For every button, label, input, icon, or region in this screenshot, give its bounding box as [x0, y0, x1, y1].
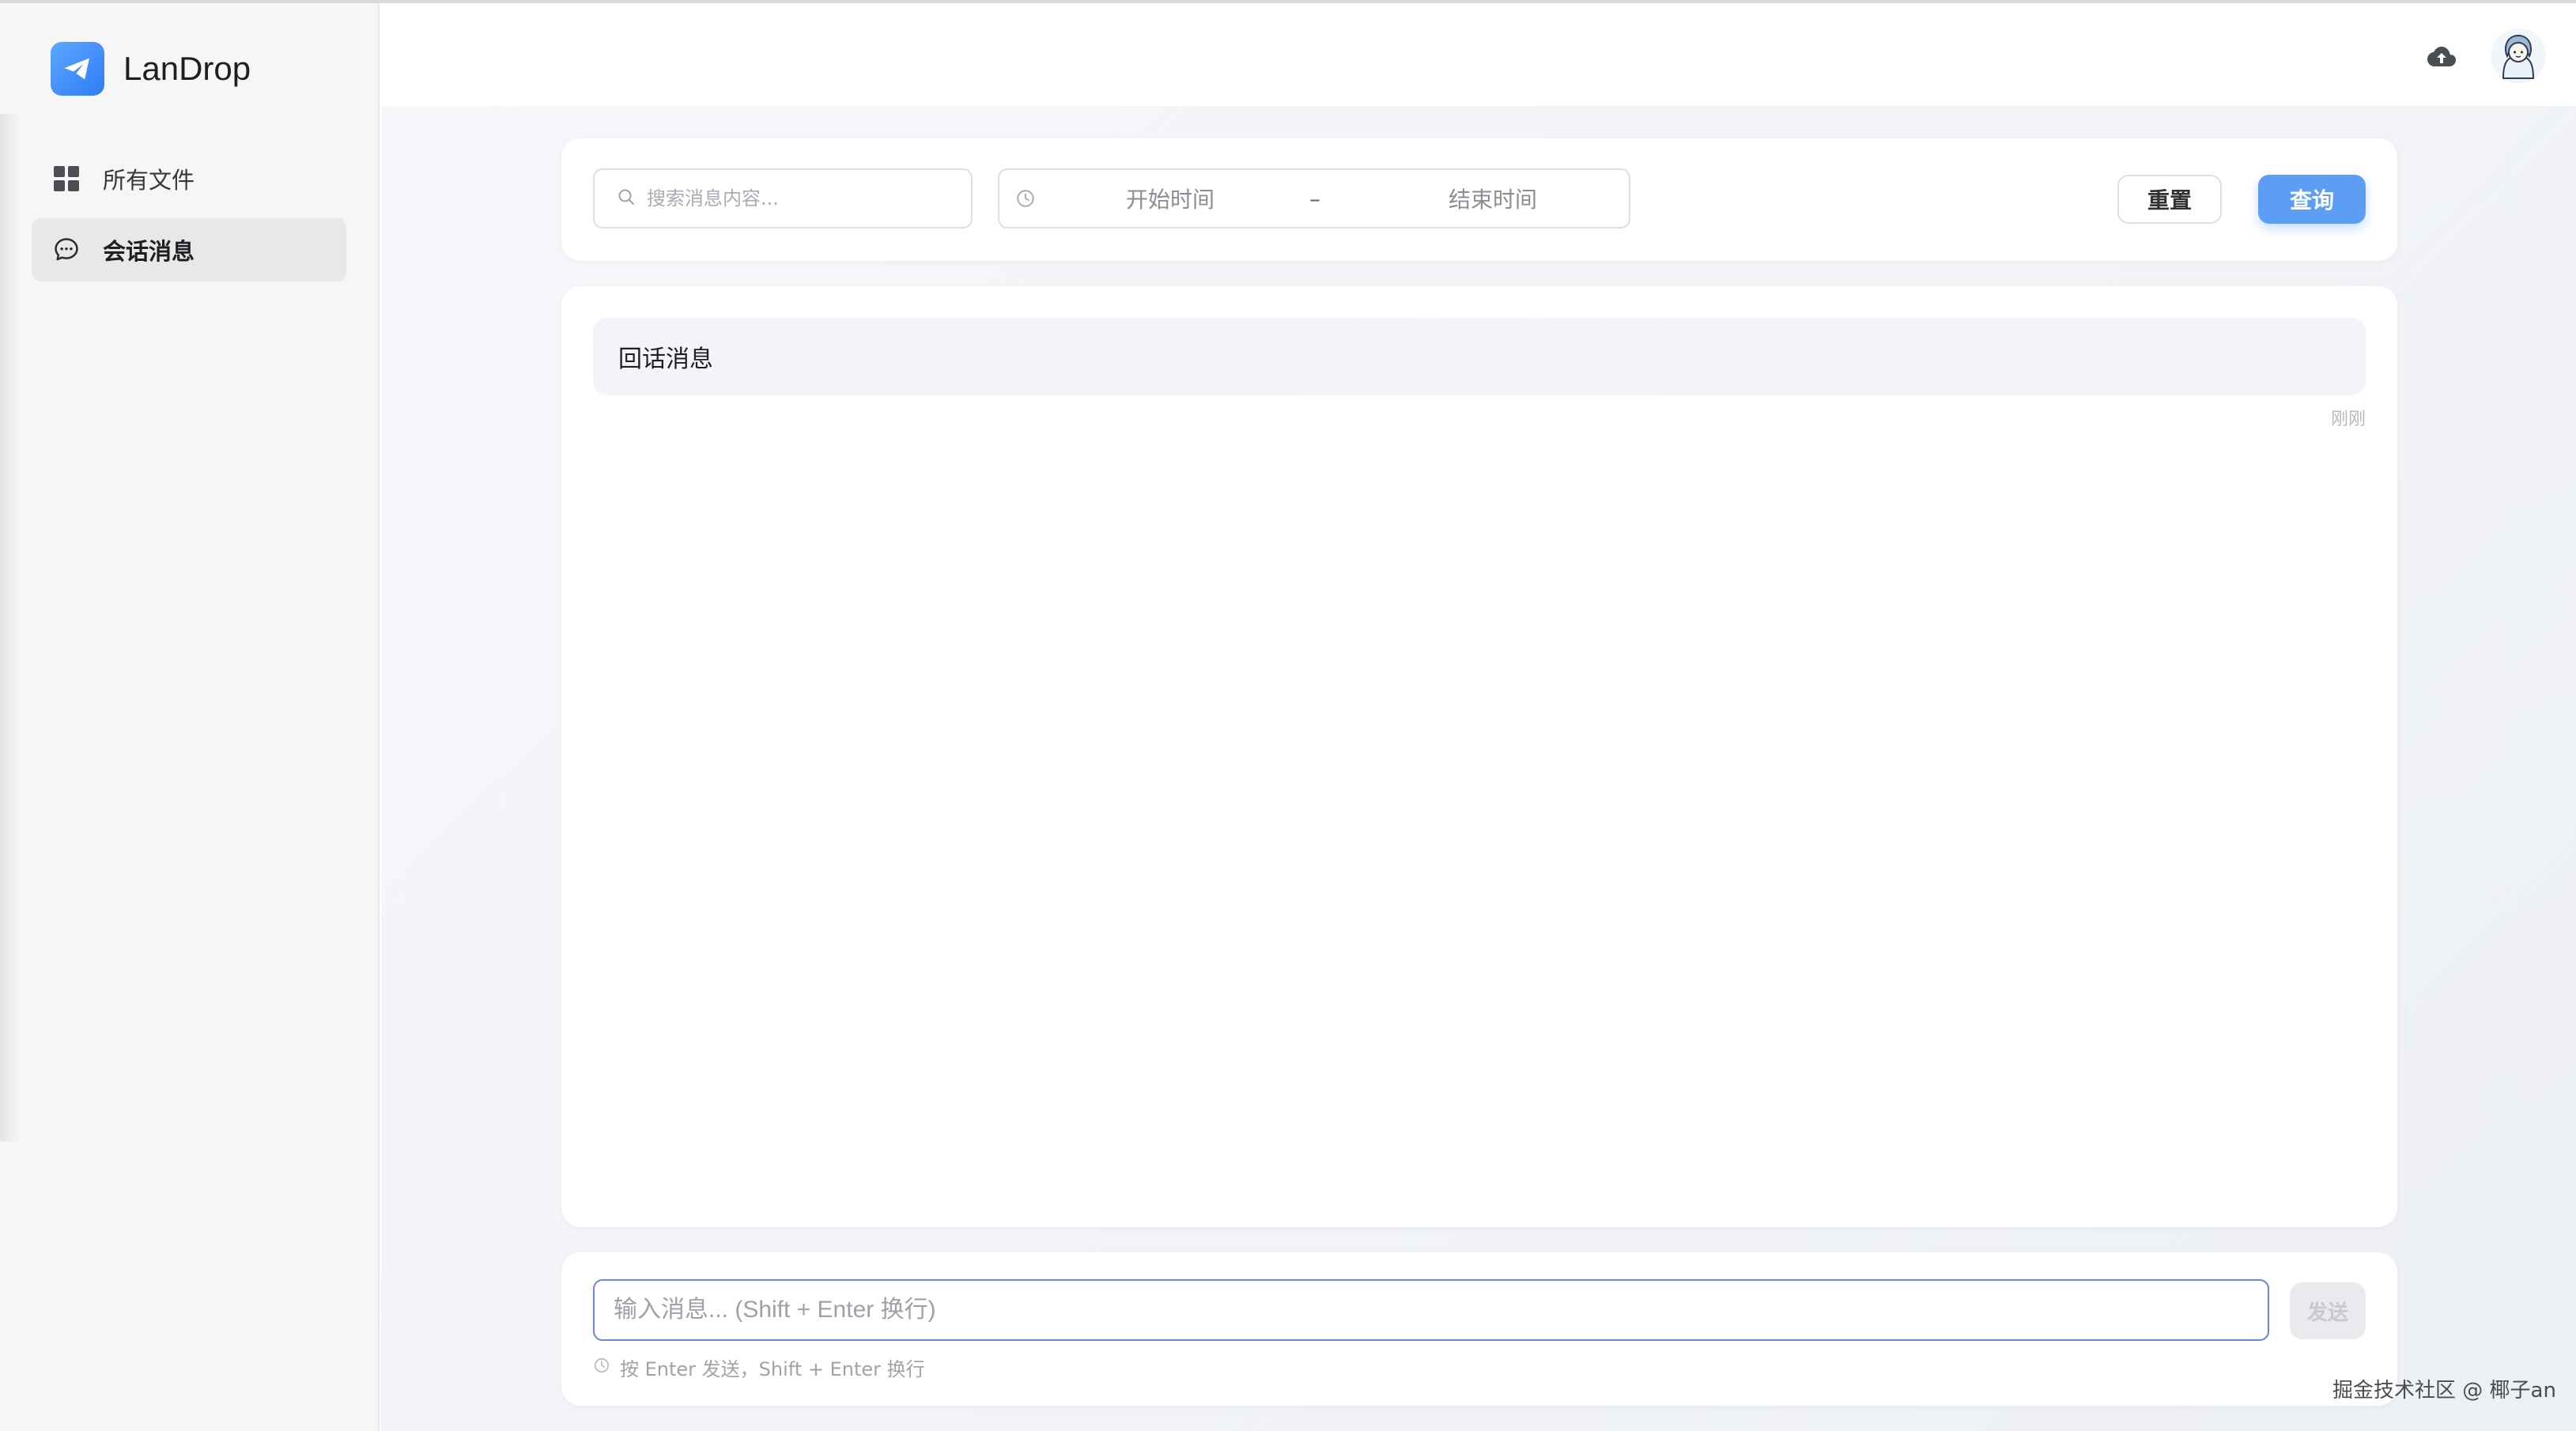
watermark: 掘金技术社区 @ 椰子an [2332, 1379, 2556, 1403]
main-area: 开始时间 – 结束时间 重置 查询 回话消息 刚刚 发送 按 Enter 发送，… [381, 3, 2576, 1431]
start-date-input[interactable]: 开始时间 [1107, 183, 1233, 214]
paper-plane-logo-icon [51, 42, 104, 96]
date-range-picker[interactable]: 开始时间 – 结束时间 [998, 168, 1630, 228]
sidebar-item-label: 会话消息 [103, 238, 195, 265]
sidebar-item-all-files[interactable]: 所有文件 [32, 147, 346, 210]
search-icon [617, 187, 636, 210]
user-avatar-icon[interactable] [2491, 28, 2546, 84]
brand[interactable]: LanDrop [51, 41, 251, 96]
sidebar-item-label: 所有文件 [103, 167, 195, 194]
cloud-upload-icon[interactable] [2426, 41, 2457, 73]
date-separator: – [1309, 185, 1320, 212]
chat-bubble-icon [51, 234, 82, 266]
message-list: 回话消息 刚刚 [561, 286, 2397, 1227]
send-button[interactable]: 发送 [2290, 1282, 2366, 1339]
message-timestamp: 刚刚 [2330, 410, 2366, 429]
grid-icon [51, 163, 82, 194]
end-date-input[interactable]: 结束时间 [1430, 183, 1556, 214]
composer-hint: 按 Enter 发送，Shift + Enter 换行 [593, 1354, 925, 1381]
hint-text: 按 Enter 发送，Shift + Enter 换行 [620, 1358, 925, 1380]
message-text: 回话消息 [618, 345, 713, 373]
sidebar-shadow [0, 114, 21, 1142]
message-input[interactable] [593, 1279, 2269, 1341]
app-name: LanDrop [123, 50, 251, 87]
reset-button[interactable]: 重置 [2117, 175, 2222, 224]
sidebar-item-messages[interactable]: 会话消息 [32, 218, 346, 281]
message-bubble[interactable]: 回话消息 [593, 318, 2366, 395]
query-button[interactable]: 查询 [2258, 175, 2366, 224]
composer: 发送 按 Enter 发送，Shift + Enter 换行 [561, 1252, 2397, 1406]
clock-icon [593, 1357, 610, 1379]
search-input[interactable] [647, 187, 963, 210]
search-field[interactable] [593, 168, 973, 228]
sidebar: LanDrop 所有文件 会话消息 [0, 3, 380, 1431]
clock-icon [1014, 187, 1037, 210]
filter-bar: 开始时间 – 结束时间 重置 查询 [561, 138, 2397, 261]
top-header [381, 3, 2576, 106]
